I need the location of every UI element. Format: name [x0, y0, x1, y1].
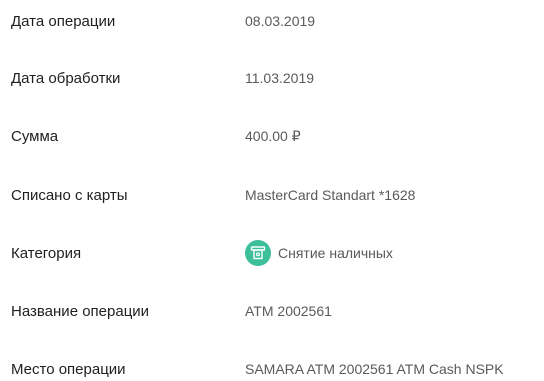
operation-date-value: 08.03.2019: [245, 13, 316, 29]
category-value[interactable]: Снятие наличных: [245, 240, 393, 266]
card-label: Списано с карты: [11, 186, 128, 204]
detail-row-amount: Сумма 400.00 ₽: [0, 124, 544, 148]
detail-row-operation-name: Название операции ATM 2002561: [0, 299, 544, 323]
processing-date-label: Дата обработки: [11, 69, 121, 87]
amount-label: Сумма: [11, 127, 59, 145]
operation-date-label: Дата операции: [11, 12, 116, 30]
detail-row-operation-date: Дата операции 08.03.2019: [0, 9, 544, 33]
category-name: Снятие наличных: [278, 245, 393, 261]
operation-details: Дата операции 08.03.2019 Дата обработки …: [0, 0, 544, 381]
amount-value: 400.00 ₽: [245, 127, 301, 144]
operation-place-label: Место операции: [11, 360, 126, 378]
detail-row-processing-date: Дата обработки 11.03.2019: [0, 66, 544, 90]
detail-row-operation-place: Место операции SAMARA ATM 2002561 ATM Ca…: [0, 357, 544, 381]
operation-name-value: ATM 2002561: [245, 303, 332, 319]
category-label: Категория: [11, 244, 82, 262]
processing-date-value: 11.03.2019: [245, 70, 315, 86]
detail-row-category: Категория Снятие наличных: [0, 240, 544, 266]
operation-name-label: Название операции: [11, 302, 150, 320]
card-value: MasterCard Standart *1628: [245, 187, 416, 203]
cash-withdrawal-icon: [245, 240, 271, 266]
detail-row-card: Списано с карты MasterCard Standart *162…: [0, 183, 544, 207]
operation-place-value: SAMARA ATM 2002561 ATM Cash NSPK: [245, 361, 504, 377]
